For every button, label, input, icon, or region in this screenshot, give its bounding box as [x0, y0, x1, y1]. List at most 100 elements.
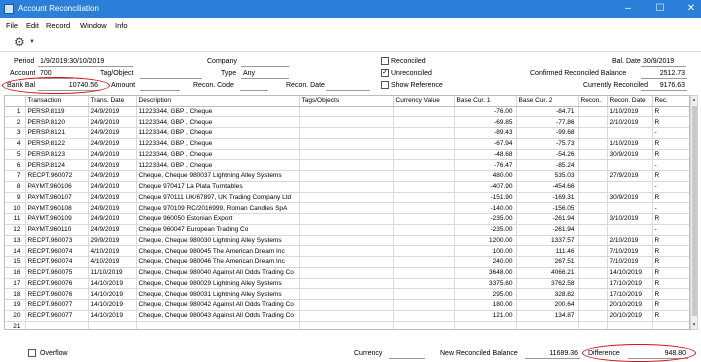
base-cur-1-cell[interactable]: 3648.00	[454, 267, 517, 279]
description-cell[interactable]: Cheque 970111 UK/67897, UK Trading Compa…	[136, 192, 300, 204]
description-cell[interactable]: 11223344, GBP , Cheque	[136, 106, 300, 118]
currency-field[interactable]	[389, 349, 425, 359]
base-cur-2-cell[interactable]: 134.87	[516, 310, 579, 322]
base-cur-2-cell[interactable]: -261.94	[516, 213, 579, 225]
base-cur-1-cell[interactable]: -67.94	[454, 138, 517, 150]
description-cell[interactable]: Cheque, Cheque 980040 Against All Odds T…	[136, 267, 300, 279]
table-row[interactable]: 10 PAYMT.960108 24/9/2019 Cheque 970109 RC/…	[5, 202, 689, 214]
transaction-cell[interactable]: PERSP.8120	[25, 116, 89, 128]
recon-date-cell[interactable]: 14/10/2019	[607, 267, 653, 279]
recon-cell[interactable]	[578, 299, 608, 311]
table-row[interactable]: 21	[5, 321, 689, 329]
col-header-rec[interactable]: Rec.	[652, 96, 689, 107]
recon-date-cell[interactable]	[607, 321, 653, 329]
rec-cell[interactable]: R	[652, 245, 689, 257]
table-row[interactable]: 4 PERSP.8122 24/9/2019 11223344, GBP , Cheq…	[5, 138, 689, 150]
table-row[interactable]: 20 RECPT.960077 14/10/2019 Cheque, Cheque 9…	[5, 310, 689, 322]
recon-date-cell[interactable]	[607, 159, 653, 171]
base-cur-2-cell[interactable]: -156.05	[516, 202, 579, 214]
menu-window[interactable]: Window	[80, 21, 107, 30]
transaction-cell[interactable]: RECPT.960074	[25, 245, 89, 257]
table-row[interactable]: 12 PAYMT.960110 24/9/2019 Cheque 960047 Eur…	[5, 224, 689, 236]
amount-field[interactable]	[140, 81, 180, 91]
table-row[interactable]: 14 RECPT.960074 4/10/2019 Cheque, Cheque 98…	[5, 245, 689, 257]
menu-info[interactable]: Info	[115, 21, 128, 30]
base-cur-1-cell[interactable]	[454, 321, 517, 329]
trans-date-cell[interactable]: 14/10/2019	[88, 310, 137, 322]
company-field[interactable]	[241, 57, 289, 67]
recon-cell[interactable]	[578, 267, 608, 279]
col-header-tags-objects[interactable]: Tags/Objects	[299, 96, 394, 107]
rec-cell[interactable]: R	[652, 192, 689, 204]
base-cur-2-cell[interactable]: -75.73	[516, 138, 579, 150]
show-reference-checkbox[interactable]	[381, 81, 389, 89]
recon-date-cell[interactable]: 2/10/2019	[607, 235, 653, 247]
base-cur-2-cell[interactable]: -84.71	[516, 106, 579, 118]
base-cur-1-cell[interactable]: -48.68	[454, 149, 517, 161]
description-cell[interactable]: 11223344, GBP , Cheque	[136, 127, 300, 139]
recon-cell[interactable]	[578, 127, 608, 139]
base-cur-2-cell[interactable]: -169.31	[516, 192, 579, 204]
recon-cell[interactable]	[578, 310, 608, 322]
col-header-trans-date[interactable]: Trans. Date	[88, 96, 137, 107]
recon-date-cell[interactable]: 20/10/2019	[607, 310, 653, 322]
recon-cell[interactable]	[578, 321, 608, 329]
transaction-cell[interactable]: RECPT.960077	[25, 310, 89, 322]
type-field[interactable]: Any	[241, 69, 289, 79]
recon-date-cell[interactable]: 27/9/2019	[607, 170, 653, 182]
base-cur-1-cell[interactable]: 295.00	[454, 288, 517, 300]
recon-cell[interactable]	[578, 288, 608, 300]
transaction-cell[interactable]: RECPT.960073	[25, 235, 89, 247]
tags-objects-cell[interactable]	[299, 159, 394, 171]
table-row[interactable]: 2 PERSP.8120 24/9/2019 11223344, GBP , Cheq…	[5, 116, 689, 128]
tags-objects-cell[interactable]	[299, 202, 394, 214]
table-row[interactable]: 13 RECPT.960073 29/9/2019 Cheque, Cheque 98…	[5, 235, 689, 247]
tags-objects-cell[interactable]	[299, 116, 394, 128]
recon-date-cell[interactable]: 20/10/2019	[607, 299, 653, 311]
tags-objects-cell[interactable]	[299, 288, 394, 300]
currency-value-cell[interactable]	[393, 256, 455, 268]
recon-cell[interactable]	[578, 192, 608, 204]
col-header-currency-value[interactable]: Currency Value	[393, 96, 455, 107]
tag-object-field[interactable]	[140, 69, 202, 79]
base-cur-2-cell[interactable]: 3762.58	[516, 278, 579, 290]
recon-cell[interactable]	[578, 138, 608, 150]
tags-objects-cell[interactable]	[299, 181, 394, 193]
recon-cell[interactable]	[578, 149, 608, 161]
scroll-up-icon[interactable]: ▲	[691, 97, 697, 103]
transactions-grid[interactable]: Transaction Trans. Date Description Tags…	[4, 95, 690, 330]
table-row[interactable]: 15 RECPT.960074 4/10/2019 Cheque, Cheque 98…	[5, 256, 689, 268]
currency-value-cell[interactable]	[393, 299, 455, 311]
transaction-cell[interactable]: PERSP.8122	[25, 138, 89, 150]
base-cur-1-cell[interactable]: -151.90	[454, 192, 517, 204]
base-cur-1-cell[interactable]: 3375.60	[454, 278, 517, 290]
recon-date-cell[interactable]: 17/10/2019	[607, 288, 653, 300]
transaction-cell[interactable]: RECPT.960077	[25, 299, 89, 311]
tags-objects-cell[interactable]	[299, 299, 394, 311]
description-cell[interactable]: Cheque, Cheque 980030 Lightning Alley Sy…	[136, 235, 300, 247]
table-row[interactable]: 9 PAYMT.960107 24/9/2019 Cheque 970111 UK/6…	[5, 192, 689, 204]
rec-cell[interactable]: -	[652, 202, 689, 214]
recon-date-cell[interactable]	[607, 224, 653, 236]
recon-date-cell[interactable]	[607, 202, 653, 214]
currency-value-cell[interactable]	[393, 213, 455, 225]
currency-value-cell[interactable]	[393, 192, 455, 204]
description-cell[interactable]: Cheque, Cheque 980031 Lightning Alley Sy…	[136, 288, 300, 300]
currency-value-cell[interactable]	[393, 235, 455, 247]
base-cur-1-cell[interactable]: 180.00	[454, 299, 517, 311]
rec-cell[interactable]: R	[652, 170, 689, 182]
currency-value-cell[interactable]	[393, 278, 455, 290]
currency-value-cell[interactable]	[393, 159, 455, 171]
trans-date-cell[interactable]: 24/9/2019	[88, 127, 137, 139]
rec-cell[interactable]: R	[652, 116, 689, 128]
base-cur-2-cell[interactable]: 1337.57	[516, 235, 579, 247]
minimize-button[interactable]: –	[621, 2, 635, 16]
tags-objects-cell[interactable]	[299, 213, 394, 225]
recon-date-cell[interactable]: 1/10/2019	[607, 106, 653, 118]
transaction-cell[interactable]: PERSP.8123	[25, 149, 89, 161]
table-row[interactable]: 16 RECPT.960075 11/10/2019 Cheque, Cheque 9…	[5, 267, 689, 279]
menu-record[interactable]: Record	[46, 21, 70, 30]
recon-date-cell[interactable]: 1/10/2019	[607, 138, 653, 150]
col-header-base-cur-1[interactable]: Base Cur. 1	[454, 96, 517, 107]
tags-objects-cell[interactable]	[299, 256, 394, 268]
